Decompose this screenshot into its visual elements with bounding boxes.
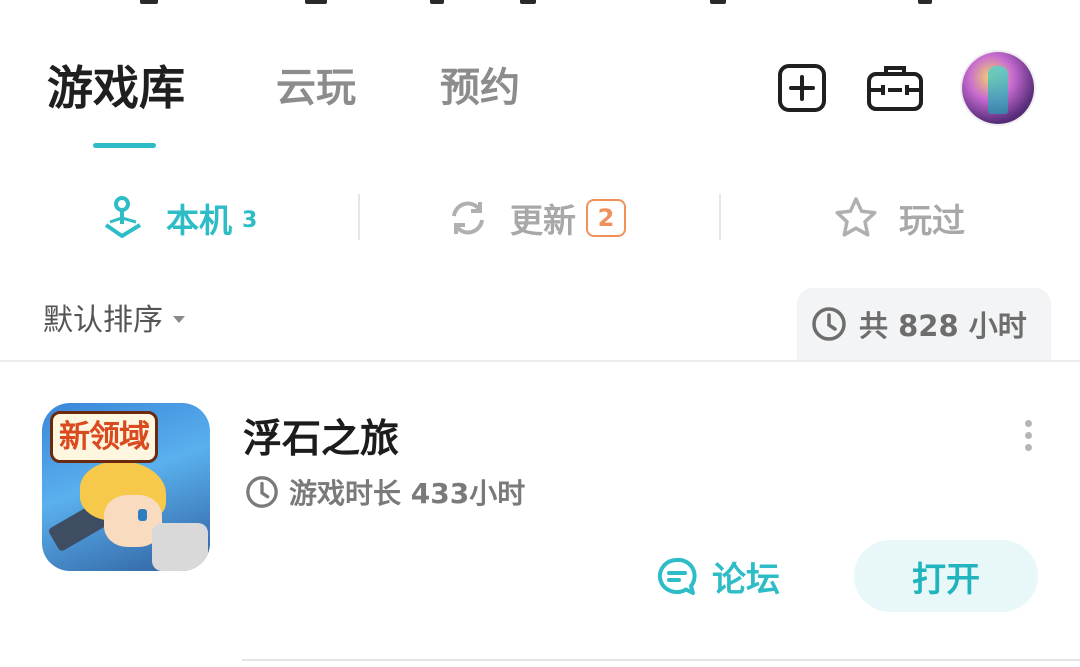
subtab-played-label: 玩过	[899, 201, 965, 240]
total-playtime: 共 828 小时	[797, 288, 1051, 360]
game-playtime: 游戏时长 433小时	[245, 472, 525, 512]
avatar[interactable]	[962, 52, 1034, 124]
active-tab-indicator	[93, 143, 156, 148]
refresh-icon	[446, 196, 490, 240]
subtab-update-label: 更新	[510, 201, 576, 240]
divider	[242, 659, 1080, 661]
game-name[interactable]: 浮石之旅	[243, 408, 399, 464]
clock-icon	[245, 475, 279, 509]
sort-label: 默认排序	[43, 303, 163, 338]
forum-label: 论坛	[712, 560, 780, 600]
forum-button[interactable]: 论坛	[656, 552, 780, 601]
game-icon-title: 新领域	[50, 411, 158, 463]
chat-icon	[656, 556, 698, 598]
subtab-local[interactable]: 本机 3	[100, 192, 257, 244]
caret-down-icon	[173, 315, 185, 323]
divider	[719, 194, 721, 240]
tab-reservation[interactable]: 预约	[440, 60, 520, 116]
status-bar-fragment	[0, 0, 1080, 8]
sort-dropdown[interactable]: 默认排序	[43, 295, 185, 339]
clock-icon	[811, 306, 847, 342]
tab-game-library[interactable]: 游戏库	[47, 60, 185, 116]
star-icon	[833, 195, 879, 241]
game-playtime-text: 游戏时长 433小时	[289, 477, 526, 510]
update-badge: 2	[586, 199, 626, 237]
divider	[358, 194, 360, 240]
subtab-update[interactable]: 更新 2	[446, 192, 626, 244]
add-icon[interactable]	[777, 63, 827, 113]
toolbox-icon[interactable]	[866, 63, 924, 113]
more-icon[interactable]	[1022, 420, 1034, 452]
divider	[0, 360, 1080, 362]
local-count: 3	[242, 207, 258, 233]
open-button[interactable]: 打开	[854, 540, 1038, 612]
subtab-played[interactable]: 玩过	[833, 192, 965, 244]
total-playtime-text: 共 828 小时	[859, 309, 1027, 343]
game-icon[interactable]: 新领域	[42, 403, 210, 571]
tab-cloud-play[interactable]: 云玩	[276, 60, 356, 116]
joystick-icon	[100, 195, 146, 241]
subtab-local-label: 本机	[166, 201, 232, 240]
